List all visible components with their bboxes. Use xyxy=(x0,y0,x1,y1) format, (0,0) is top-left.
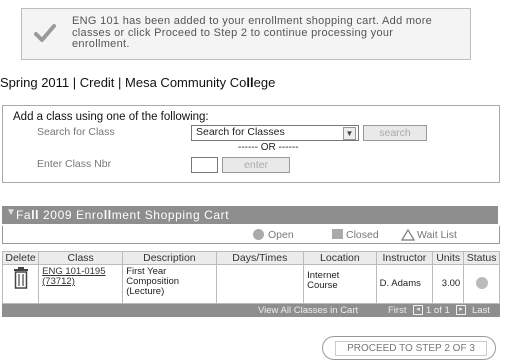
view-all-link[interactable]: View All Classes in Cart xyxy=(258,305,358,316)
class-number-link[interactable]: (73712) xyxy=(42,277,119,287)
waitlist-triangle-icon xyxy=(401,229,415,241)
checkmark-icon xyxy=(34,24,56,42)
delete-cell xyxy=(1,264,40,304)
column-header: Status xyxy=(463,251,500,265)
term-heading: Spring 2011 | Credit | Mesa Community Co… xyxy=(0,75,276,90)
description-cell: First Year Composition (Lecture) xyxy=(122,264,217,304)
pager-first[interactable]: First xyxy=(388,305,406,316)
units-cell: 3.00 xyxy=(432,264,465,304)
table-row: ENG 101-0195 (73712) First Year Composit… xyxy=(1,264,500,304)
search-class-label: Search for Class xyxy=(37,126,115,138)
column-header: Days/Times xyxy=(215,251,305,265)
search-class-select[interactable]: Search for Classes ▼ xyxy=(191,125,359,141)
closed-square-icon xyxy=(332,229,343,239)
notice-message: ENG 101 has been added to your enrollmen… xyxy=(72,15,467,51)
cart-header: ▼ Fall 2009 Enrollment Shopping Cart xyxy=(2,206,498,224)
proceed-button[interactable]: PROCEED TO STEP 2 OF 3 xyxy=(335,341,487,356)
pager-info: 1 of 1 xyxy=(426,305,450,316)
next-page-icon[interactable]: ▸ xyxy=(456,305,466,315)
column-header: Delete xyxy=(1,251,40,265)
days-times-cell xyxy=(215,264,305,304)
table-header-row: Delete Class Description Days/Times Loca… xyxy=(1,251,500,265)
collapse-triangle-icon[interactable]: ▼ xyxy=(6,207,16,218)
status-cell xyxy=(463,264,500,304)
add-class-panel: Add a class using one of the following: … xyxy=(2,105,500,183)
column-header: Location xyxy=(303,251,377,265)
legend-closed: Closed xyxy=(346,229,379,241)
class-nbr-label: Enter Class Nbr xyxy=(37,158,112,170)
notice-line: enrollment. xyxy=(72,38,130,50)
open-circle-icon xyxy=(253,229,264,240)
legend-open: Open xyxy=(268,229,294,241)
enter-button[interactable]: enter xyxy=(222,157,290,173)
proceed-button-highlight: PROCEED TO STEP 2 OF 3 xyxy=(322,336,496,360)
select-value: Search for Classes xyxy=(196,126,285,138)
pager-last[interactable]: Last xyxy=(472,305,490,316)
cart-title: Fall 2009 Enrollment Shopping Cart xyxy=(16,208,230,222)
column-header: Units xyxy=(432,251,465,265)
prev-page-icon[interactable]: ◂ xyxy=(413,305,423,315)
description-line: (Lecture) xyxy=(126,286,165,297)
status-legend: Open Closed Wait List xyxy=(2,226,500,244)
chevron-down-icon[interactable]: ▼ xyxy=(343,127,356,140)
enrollment-notice: ENG 101 has been added to your enrollmen… xyxy=(21,8,471,60)
column-header: Instructor xyxy=(375,251,434,265)
trash-icon[interactable] xyxy=(13,267,29,289)
open-status-icon xyxy=(475,276,488,289)
location-cell: Internet Course xyxy=(303,264,377,304)
class-nbr-input[interactable] xyxy=(191,157,218,173)
instructor-cell: D. Adams xyxy=(375,264,434,304)
legend-waitlist: Wait List xyxy=(417,229,457,241)
notice-line: classes or click Proceed to Step 2 to co… xyxy=(72,26,394,39)
cart-table: Delete Class Description Days/Times Loca… xyxy=(1,251,500,304)
notice-line: ENG 101 has been added to your enrollmen… xyxy=(72,15,433,27)
column-header: Description xyxy=(122,251,217,265)
or-separator: ------ OR ------ xyxy=(238,142,299,153)
location-line: Course xyxy=(307,280,338,291)
cart-footer: View All Classes in Cart First ◂ 1 of 1 … xyxy=(2,304,500,317)
column-header: Class xyxy=(38,251,124,265)
class-cell[interactable]: ENG 101-0195 (73712) xyxy=(38,264,124,304)
search-button[interactable]: search xyxy=(363,125,427,141)
add-class-title: Add a class using one of the following: xyxy=(13,111,209,123)
